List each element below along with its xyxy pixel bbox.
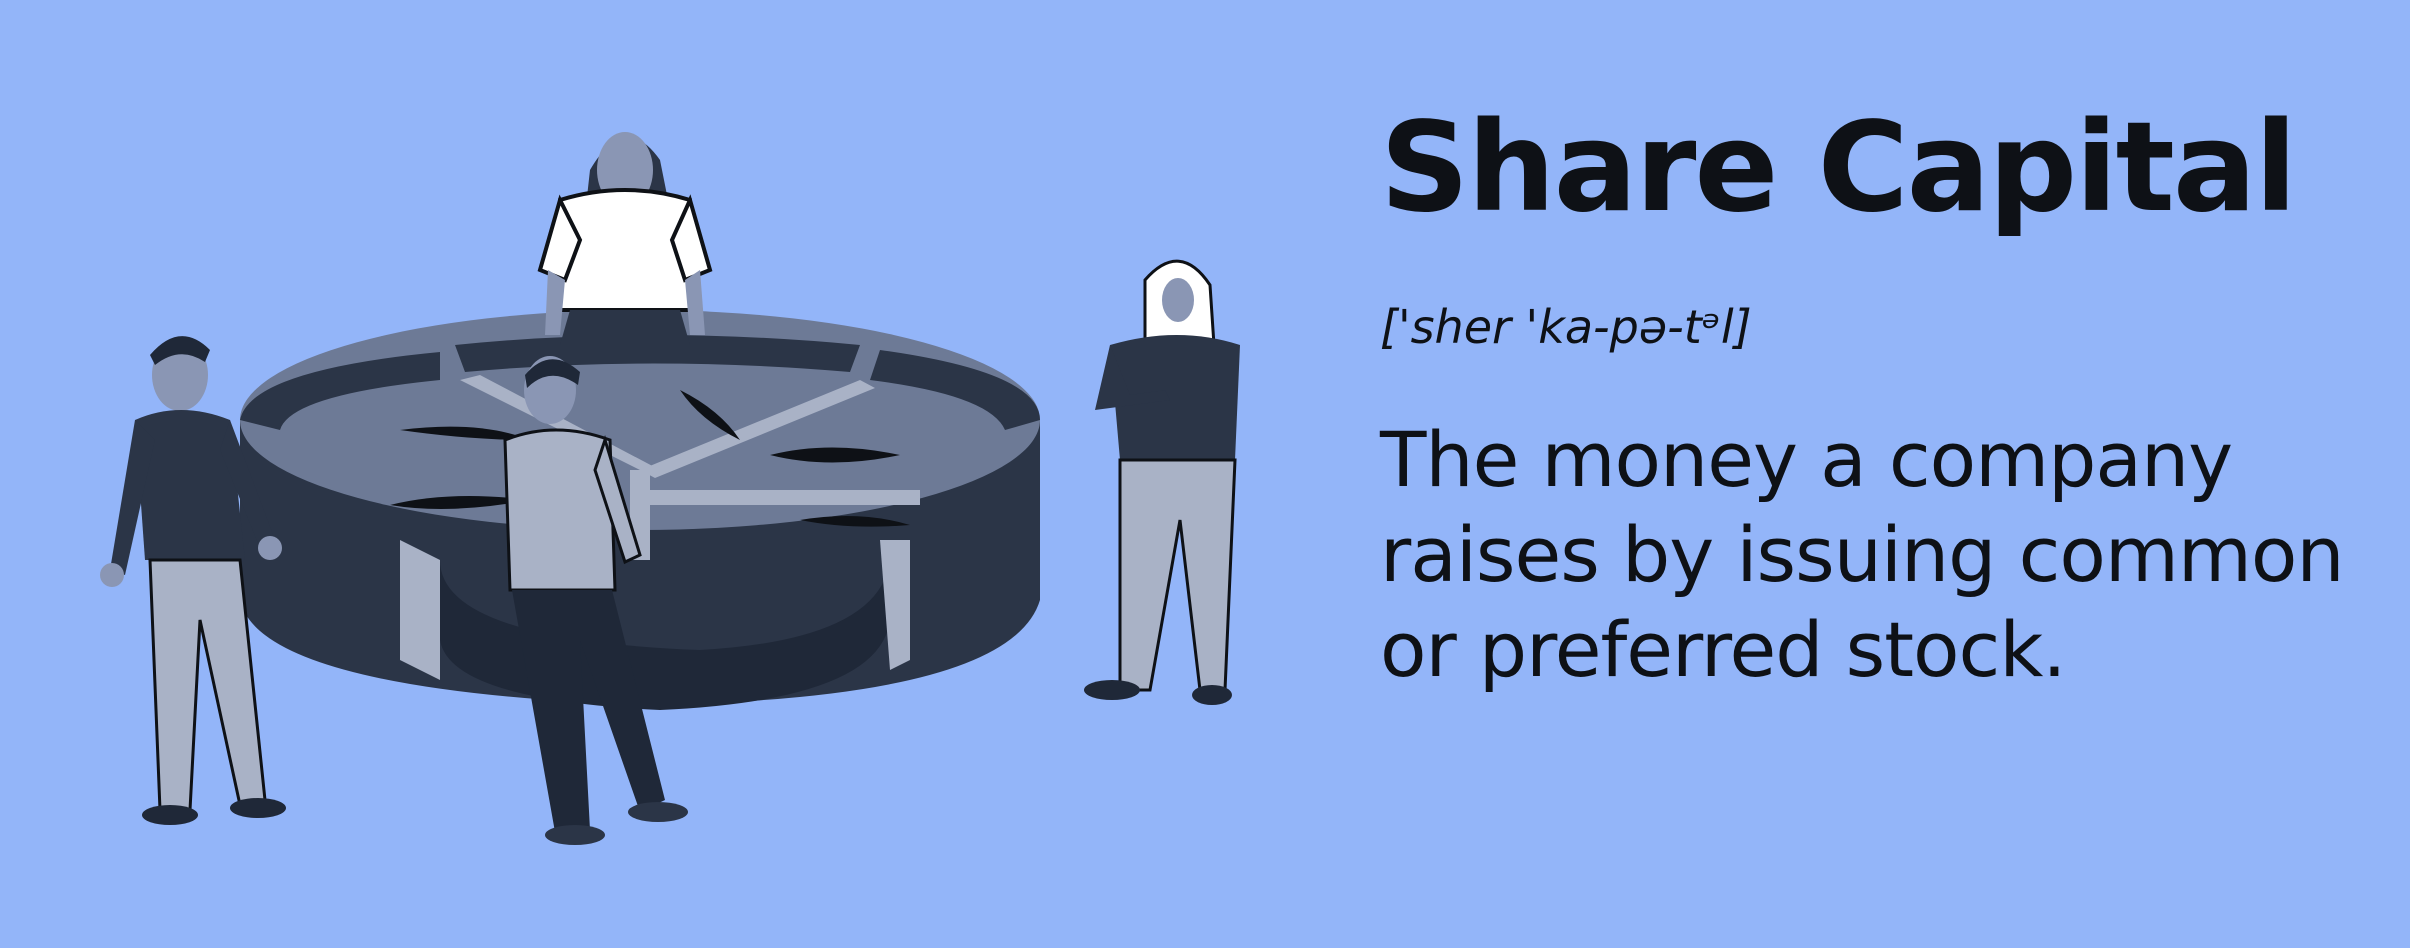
term-title: Share Capital (1380, 96, 2297, 240)
term-pronunciation: ['sher 'ka-pə-tᵊl] (1380, 300, 1752, 355)
right-shoe (1192, 685, 1232, 705)
right-hand (258, 536, 282, 560)
infographic-card: Share Capital ['sher 'ka-pə-tᵊl] The mon… (0, 0, 2410, 948)
pie-front-edge-left (400, 540, 440, 680)
right-shoe (628, 802, 688, 822)
legs (1118, 458, 1237, 692)
left-hand (100, 563, 124, 587)
face (1162, 278, 1194, 322)
left-shoe (1084, 680, 1140, 700)
person-right-hijab (1084, 259, 1240, 705)
term-definition: The money a company raises by issuing co… (1380, 414, 2345, 694)
left-shoe (545, 825, 605, 845)
pie-divider-4 (640, 490, 920, 505)
pie-chart-graphic (240, 310, 1040, 710)
torso (503, 428, 617, 592)
definition-panel: Share Capital ['sher 'ka-pə-tᵊl] The mon… (1380, 100, 2380, 697)
illustration-people-pie-chart (100, 132, 1240, 845)
left-shoe (142, 805, 198, 825)
right-shoe (230, 798, 286, 818)
torso (558, 188, 692, 312)
waist (560, 310, 690, 345)
